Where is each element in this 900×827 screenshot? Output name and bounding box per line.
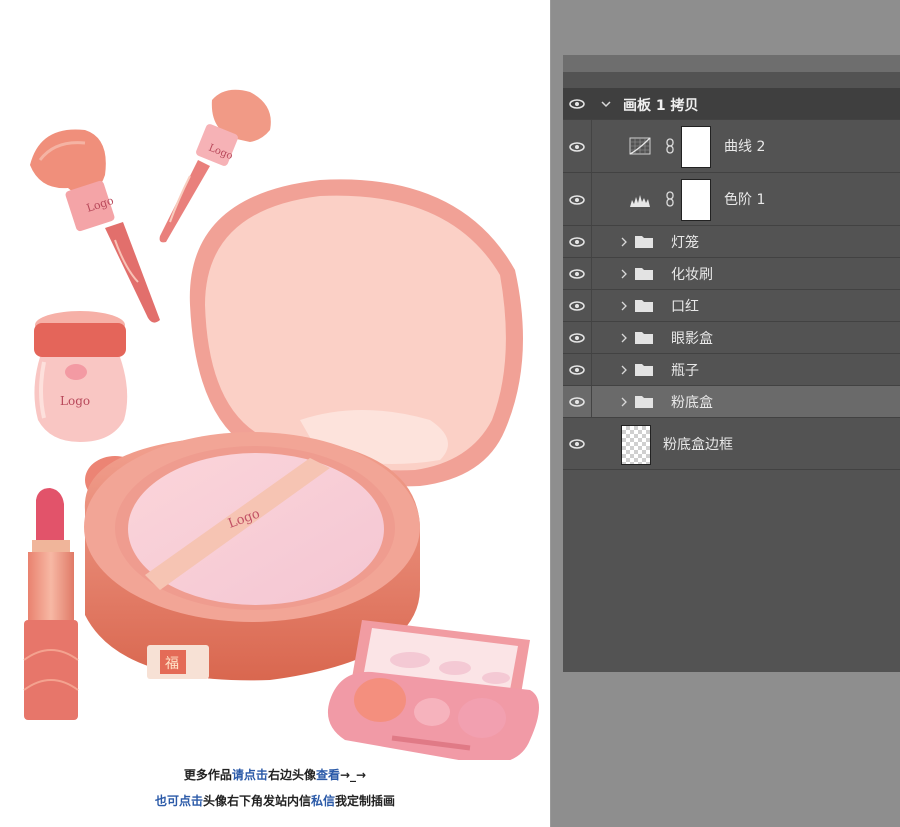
- fu-label: 福: [165, 656, 179, 672]
- eye-icon[interactable]: [569, 439, 585, 449]
- caption-link[interactable]: 请点击: [232, 768, 268, 782]
- folder-icon: [635, 332, 653, 344]
- layer-name: 口红: [671, 299, 699, 315]
- layers-panel: 画板 1 拷贝 曲线 2 色阶 1 灯笼 化妆刷 口红 眼影盒 瓶子 粉底盒 粉…: [563, 72, 900, 672]
- link-icon: [666, 191, 674, 207]
- row-separator: [591, 226, 592, 257]
- row-separator: [591, 386, 592, 417]
- lipstick: [23, 488, 79, 720]
- layer-folder-lipstick[interactable]: 口红: [563, 290, 900, 322]
- layer-name: 灯笼: [671, 235, 699, 251]
- row-separator: [591, 173, 592, 225]
- layer-name: 色阶 1: [724, 192, 766, 208]
- makeup-illustration: Logo Logo Logo Logo 福: [23, 89, 539, 760]
- caption-text: 我: [335, 794, 348, 808]
- layer-compact-border[interactable]: 粉底盒边框: [563, 418, 900, 470]
- layer-levels[interactable]: 色阶 1: [563, 173, 900, 226]
- layer-folder-eyeshadow[interactable]: 眼影盒: [563, 322, 900, 354]
- folder-icon: [635, 396, 653, 408]
- illustration-canvas: Logo Logo Logo Logo 福 更多作品请点击右边头像查看→_→ 也…: [0, 0, 550, 827]
- eyeshadow-palette: [327, 620, 539, 760]
- layer-name: 画板 1 拷贝: [623, 98, 699, 114]
- layer-name: 粉底盒边框: [663, 437, 733, 453]
- layer-name: 粉底盒: [671, 395, 713, 411]
- cream-jar: [34, 311, 128, 442]
- eye-icon[interactable]: [569, 365, 585, 375]
- curves-icon: [629, 137, 651, 155]
- eye-icon[interactable]: [569, 397, 585, 407]
- caption-link[interactable]: 也可点击: [155, 794, 203, 808]
- eye-icon[interactable]: [569, 269, 585, 279]
- layer-name: 眼影盒: [671, 331, 713, 347]
- row-separator: [591, 290, 592, 321]
- layer-name: 化妆刷: [671, 267, 713, 283]
- caption-link[interactable]: 查看: [316, 768, 340, 782]
- caption-text: 更多作品: [183, 768, 232, 782]
- layer-curves[interactable]: 曲线 2: [563, 120, 900, 173]
- caption-text: 头像右下角发站内信: [202, 794, 311, 808]
- row-separator: [591, 322, 592, 353]
- row-separator: [591, 354, 592, 385]
- levels-icon: [630, 195, 650, 207]
- folder-icon: [635, 300, 653, 312]
- chevron-right-icon[interactable]: [619, 397, 629, 407]
- row-separator: [591, 120, 592, 172]
- eye-icon[interactable]: [569, 99, 585, 109]
- makeup-brush-large: [30, 129, 160, 323]
- layer-group-artboard[interactable]: 画板 1 拷贝: [563, 88, 900, 120]
- photoshop-workspace: 画板 1 拷贝 曲线 2 色阶 1 灯笼 化妆刷 口红 眼影盒 瓶子 粉底盒 粉…: [551, 0, 900, 827]
- chevron-right-icon[interactable]: [619, 237, 629, 247]
- panel-header-strip: [563, 55, 900, 72]
- caption-link[interactable]: 私信: [311, 794, 335, 808]
- row-separator: [591, 258, 592, 289]
- caption-text: 右边头像: [267, 768, 316, 782]
- eye-icon[interactable]: [569, 301, 585, 311]
- layer-folder-compact[interactable]: 粉底盒: [563, 386, 900, 418]
- caption-line-1: 更多作品请点击右边头像查看→_→: [0, 766, 550, 783]
- caption-text: 定制插画: [347, 794, 396, 808]
- layer-name: 瓶子: [671, 363, 699, 379]
- folder-icon: [635, 236, 653, 248]
- chevron-down-icon[interactable]: [601, 99, 611, 109]
- folder-icon: [635, 364, 653, 376]
- layer-thumbnail[interactable]: [621, 425, 651, 465]
- layer-name: 曲线 2: [724, 139, 766, 155]
- chevron-right-icon[interactable]: [619, 301, 629, 311]
- eye-icon[interactable]: [569, 237, 585, 247]
- layer-mask-thumbnail[interactable]: [681, 179, 711, 221]
- chevron-right-icon[interactable]: [619, 333, 629, 343]
- eye-icon[interactable]: [569, 142, 585, 152]
- eye-icon[interactable]: [569, 195, 585, 205]
- link-icon: [666, 138, 674, 154]
- layer-folder-bottle[interactable]: 瓶子: [563, 354, 900, 386]
- jar-logo: Logo: [60, 394, 90, 408]
- eye-icon[interactable]: [569, 333, 585, 343]
- layer-mask-thumbnail[interactable]: [681, 126, 711, 168]
- layer-folder-lantern[interactable]: 灯笼: [563, 226, 900, 258]
- caption-line-2: 也可点击头像右下角发站内信私信我定制插画: [0, 792, 550, 809]
- folder-icon: [635, 268, 653, 280]
- layer-folder-brushes[interactable]: 化妆刷: [563, 258, 900, 290]
- caption-text: →_→: [339, 768, 367, 782]
- chevron-right-icon[interactable]: [619, 269, 629, 279]
- chevron-right-icon[interactable]: [619, 365, 629, 375]
